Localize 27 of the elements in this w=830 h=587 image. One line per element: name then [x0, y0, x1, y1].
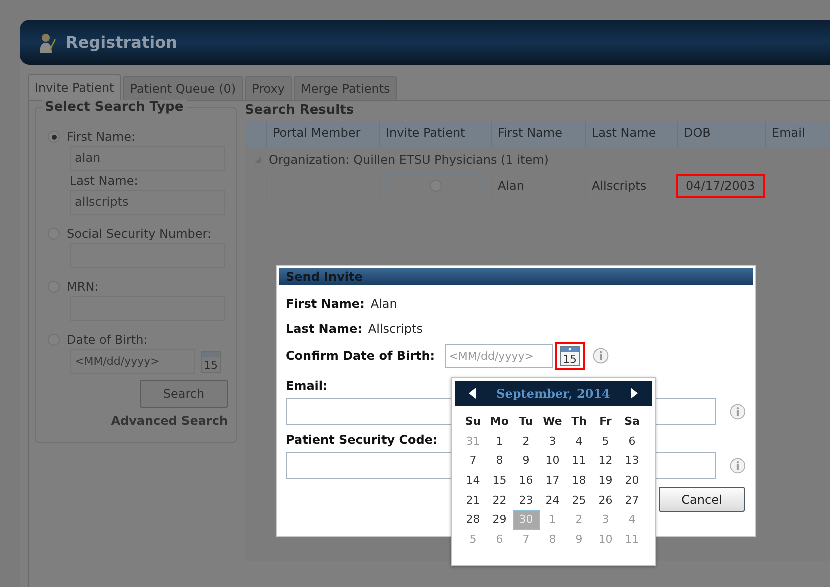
field-label: First Name: — [286, 296, 365, 310]
group-title: Select Search Type — [42, 100, 187, 115]
weekday-label: Fr — [598, 414, 613, 430]
field-label: Date of Birth: — [67, 333, 148, 347]
weekday-label: Th — [570, 414, 588, 430]
group-header: Organization: Quillen ETSU Physicians (1 item) — [269, 153, 549, 167]
weekday-label: Tu — [518, 414, 534, 430]
field-value: Allscripts — [368, 322, 423, 336]
table-cell: Allscripts — [586, 173, 678, 199]
dialog-title: Send Invite — [286, 270, 363, 284]
field-label: Last Name: — [286, 322, 362, 336]
field-label: Patient Security Code: — [286, 433, 438, 447]
field-label: Social Security Number: — [67, 227, 212, 241]
field-label: Email: — [286, 379, 328, 393]
section-title: Search Results — [245, 103, 356, 118]
field-value: Alan — [370, 296, 398, 310]
field-label: Last Name: — [70, 174, 140, 188]
weekday-label: Su — [464, 414, 482, 430]
weekday-label: Sa — [624, 414, 641, 430]
field-label: Confirm Date of Birth: — [286, 349, 436, 363]
field-label: MRN: — [67, 280, 99, 294]
weekday-label: Mo — [489, 414, 510, 430]
field-label: First Name: — [67, 130, 136, 144]
table-cell: Alan — [492, 173, 586, 199]
weekday-label: We — [542, 414, 564, 430]
window-title: Registration — [66, 33, 178, 52]
table-cell: 04/17/2003 — [676, 174, 766, 198]
